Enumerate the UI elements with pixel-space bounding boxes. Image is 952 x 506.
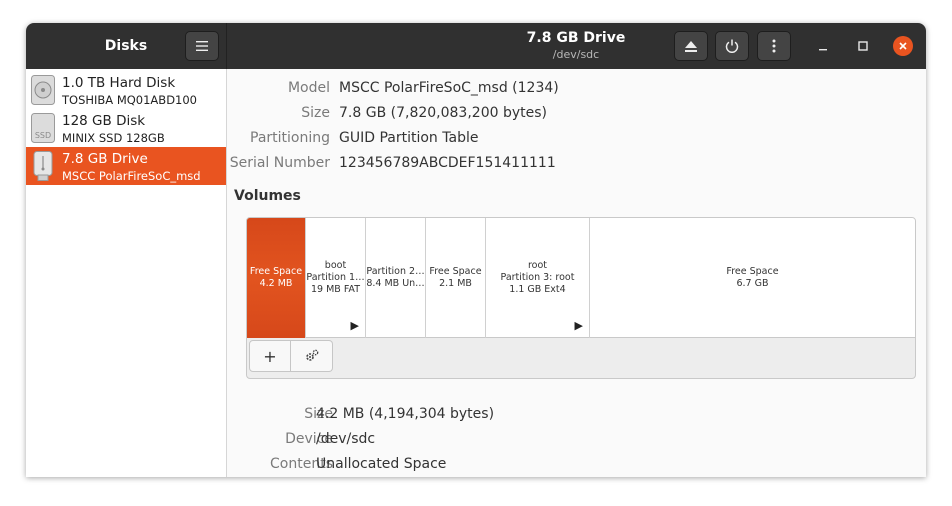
usb-drive-icon (33, 151, 53, 181)
eject-button[interactable] (674, 31, 708, 61)
segment-label: Free Space (726, 266, 779, 277)
gears-icon (305, 349, 318, 361)
app-menu-button[interactable] (185, 31, 219, 61)
segment-label: 2.1 MB (439, 278, 472, 289)
volume-segment-partition-2[interactable]: Partition 2… 8.4 MB Un… (366, 218, 426, 338)
drive-menu-button[interactable] (757, 31, 791, 61)
disk-name: 7.8 GB Drive (62, 151, 148, 167)
contents-value: Unallocated Space (316, 456, 447, 472)
segment-label: Free Space (429, 266, 482, 277)
header-bar: Disks 7.8 GB Drive /dev/sdc (26, 23, 926, 69)
disk-name: 128 GB Disk (62, 113, 146, 129)
serial-number-value: 123456789ABCDEF151411111 (339, 155, 556, 171)
serial-number-key: Serial Number (229, 155, 330, 171)
drive-details-pane: Model MSCC PolarFireSoC_msd (1234) Size … (228, 69, 926, 477)
disk-list-sidebar: 1.0 TB Hard Disk TOSHIBA MQ01ABD100 SSD … (26, 69, 227, 477)
minimize-button[interactable] (813, 36, 833, 56)
close-button[interactable] (893, 36, 913, 56)
expand-arrow-icon[interactable]: ▶ (351, 320, 359, 332)
disk-list-item[interactable]: SSD 128 GB Disk MINIX SSD 128GB (26, 109, 226, 147)
partitioning-value: GUID Partition Table (339, 130, 479, 146)
volume-toolbar: + (249, 340, 333, 374)
segment-label: Partition 2… (366, 266, 425, 277)
plus-icon: + (263, 346, 277, 366)
segment-label: Partition 3: root (500, 272, 575, 283)
model-key: Model (287, 80, 330, 96)
segment-label: 1.1 GB Ext4 (509, 284, 566, 295)
segment-label: 6.7 GB (736, 278, 769, 289)
volumes-heading: Volumes (234, 188, 301, 204)
maximize-icon (858, 41, 868, 51)
disk-list-item[interactable]: 1.0 TB Hard Disk TOSHIBA MQ01ABD100 (26, 71, 226, 109)
kebab-menu-icon (772, 39, 776, 53)
disks-window: Disks 7.8 GB Drive /dev/sdc 1.0 TB Hard … (26, 23, 926, 477)
disk-model: MSCC PolarFireSoC_msd (62, 169, 201, 183)
segment-label: 8.4 MB Un… (366, 278, 425, 289)
disk-name: 1.0 TB Hard Disk (62, 75, 176, 91)
disk-list-item-selected[interactable]: 7.8 GB Drive MSCC PolarFireSoC_msd (26, 147, 226, 185)
sidebar-header: Disks (26, 23, 227, 69)
volume-segment-free-space[interactable]: Free Space 2.1 MB (426, 218, 486, 338)
volume-segment-root[interactable]: root Partition 3: root 1.1 GB Ext4 ▶ (486, 218, 590, 338)
hard-disk-icon (31, 75, 55, 105)
size-key: Size (301, 105, 330, 121)
model-value: MSCC PolarFireSoC_msd (1234) (339, 80, 559, 96)
volume-segment-free-space-selected[interactable]: Free Space 4.2 MB (247, 218, 306, 338)
segment-label: Partition 1… (306, 272, 365, 283)
disk-model: MINIX SSD 128GB (62, 131, 165, 145)
volume-size-value: 4.2 MB (4,194,304 bytes) (316, 406, 495, 422)
ssd-icon: SSD (31, 113, 55, 143)
volume-segment-boot[interactable]: boot Partition 1… 19 MB FAT ▶ (306, 218, 366, 338)
eject-icon (685, 40, 697, 52)
segment-label: 19 MB FAT (311, 284, 360, 295)
volume-map: Free Space 4.2 MB boot Partition 1… 19 M… (247, 218, 915, 338)
ssd-icon-label: SSD (35, 131, 51, 140)
window-title: 7.8 GB Drive (526, 30, 626, 46)
close-icon (899, 42, 907, 50)
device-value: /dev/sdc (316, 431, 376, 447)
create-partition-button[interactable]: + (249, 340, 291, 372)
maximize-button[interactable] (853, 36, 873, 56)
minimize-icon (819, 49, 827, 51)
segment-label: 4.2 MB (259, 278, 293, 289)
segment-label: Free Space (249, 266, 303, 277)
size-value: 7.8 GB (7,820,083,200 bytes) (339, 105, 547, 121)
expand-arrow-icon[interactable]: ▶ (575, 320, 583, 332)
segment-label: root (527, 260, 548, 271)
power-off-button[interactable] (715, 31, 749, 61)
volumes-panel: Free Space 4.2 MB boot Partition 1… 19 M… (246, 217, 916, 379)
partition-options-button[interactable] (291, 340, 333, 372)
hamburger-menu-icon (196, 41, 208, 51)
power-icon (725, 39, 739, 53)
segment-label: boot (324, 260, 347, 271)
volume-segment-free-space[interactable]: Free Space 6.7 GB (590, 218, 915, 338)
window-subtitle: /dev/sdc (552, 48, 600, 61)
disk-model: TOSHIBA MQ01ABD100 (62, 93, 197, 107)
partitioning-key: Partitioning (250, 130, 330, 146)
